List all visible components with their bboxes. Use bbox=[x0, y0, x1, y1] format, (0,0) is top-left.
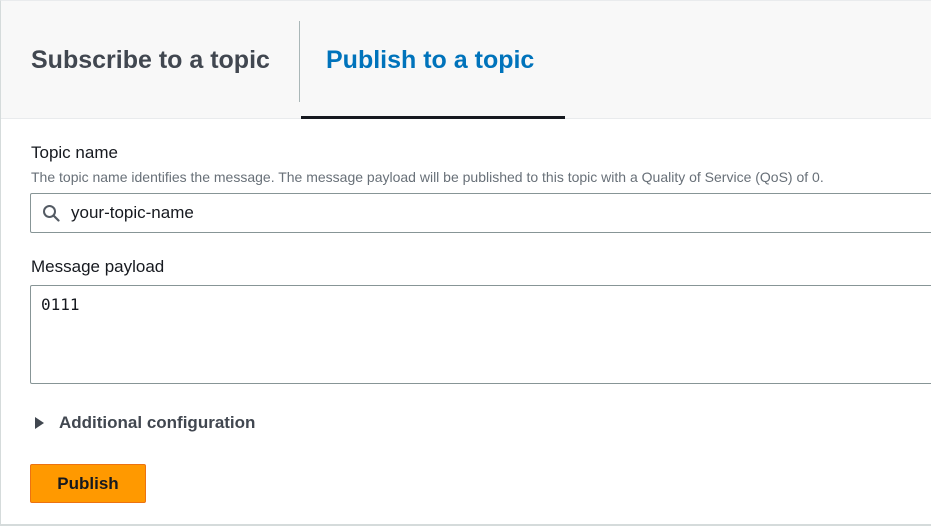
caret-right-icon bbox=[35, 417, 44, 429]
topic-name-input[interactable] bbox=[71, 203, 871, 223]
mqtt-test-client-panel: Subscribe to a topic Publish to a topic … bbox=[0, 0, 931, 526]
tab-bar: Subscribe to a topic Publish to a topic bbox=[1, 1, 931, 119]
topic-name-description: The topic name identifies the message. T… bbox=[31, 169, 824, 185]
additional-configuration-label: Additional configuration bbox=[59, 413, 256, 432]
search-icon bbox=[41, 203, 61, 223]
message-payload-input[interactable]: 0111 bbox=[30, 285, 931, 384]
tab-publish[interactable]: Publish to a topic bbox=[301, 1, 565, 119]
tab-divider bbox=[299, 21, 300, 102]
message-payload-label: Message payload bbox=[31, 257, 165, 276]
publish-button[interactable]: Publish bbox=[30, 464, 146, 503]
active-tab-indicator bbox=[301, 116, 565, 119]
additional-configuration-toggle[interactable]: Additional configuration bbox=[35, 411, 255, 435]
topic-name-field[interactable] bbox=[30, 193, 931, 233]
topic-name-label: Topic name bbox=[31, 143, 118, 162]
tab-subscribe[interactable]: Subscribe to a topic bbox=[31, 1, 270, 119]
